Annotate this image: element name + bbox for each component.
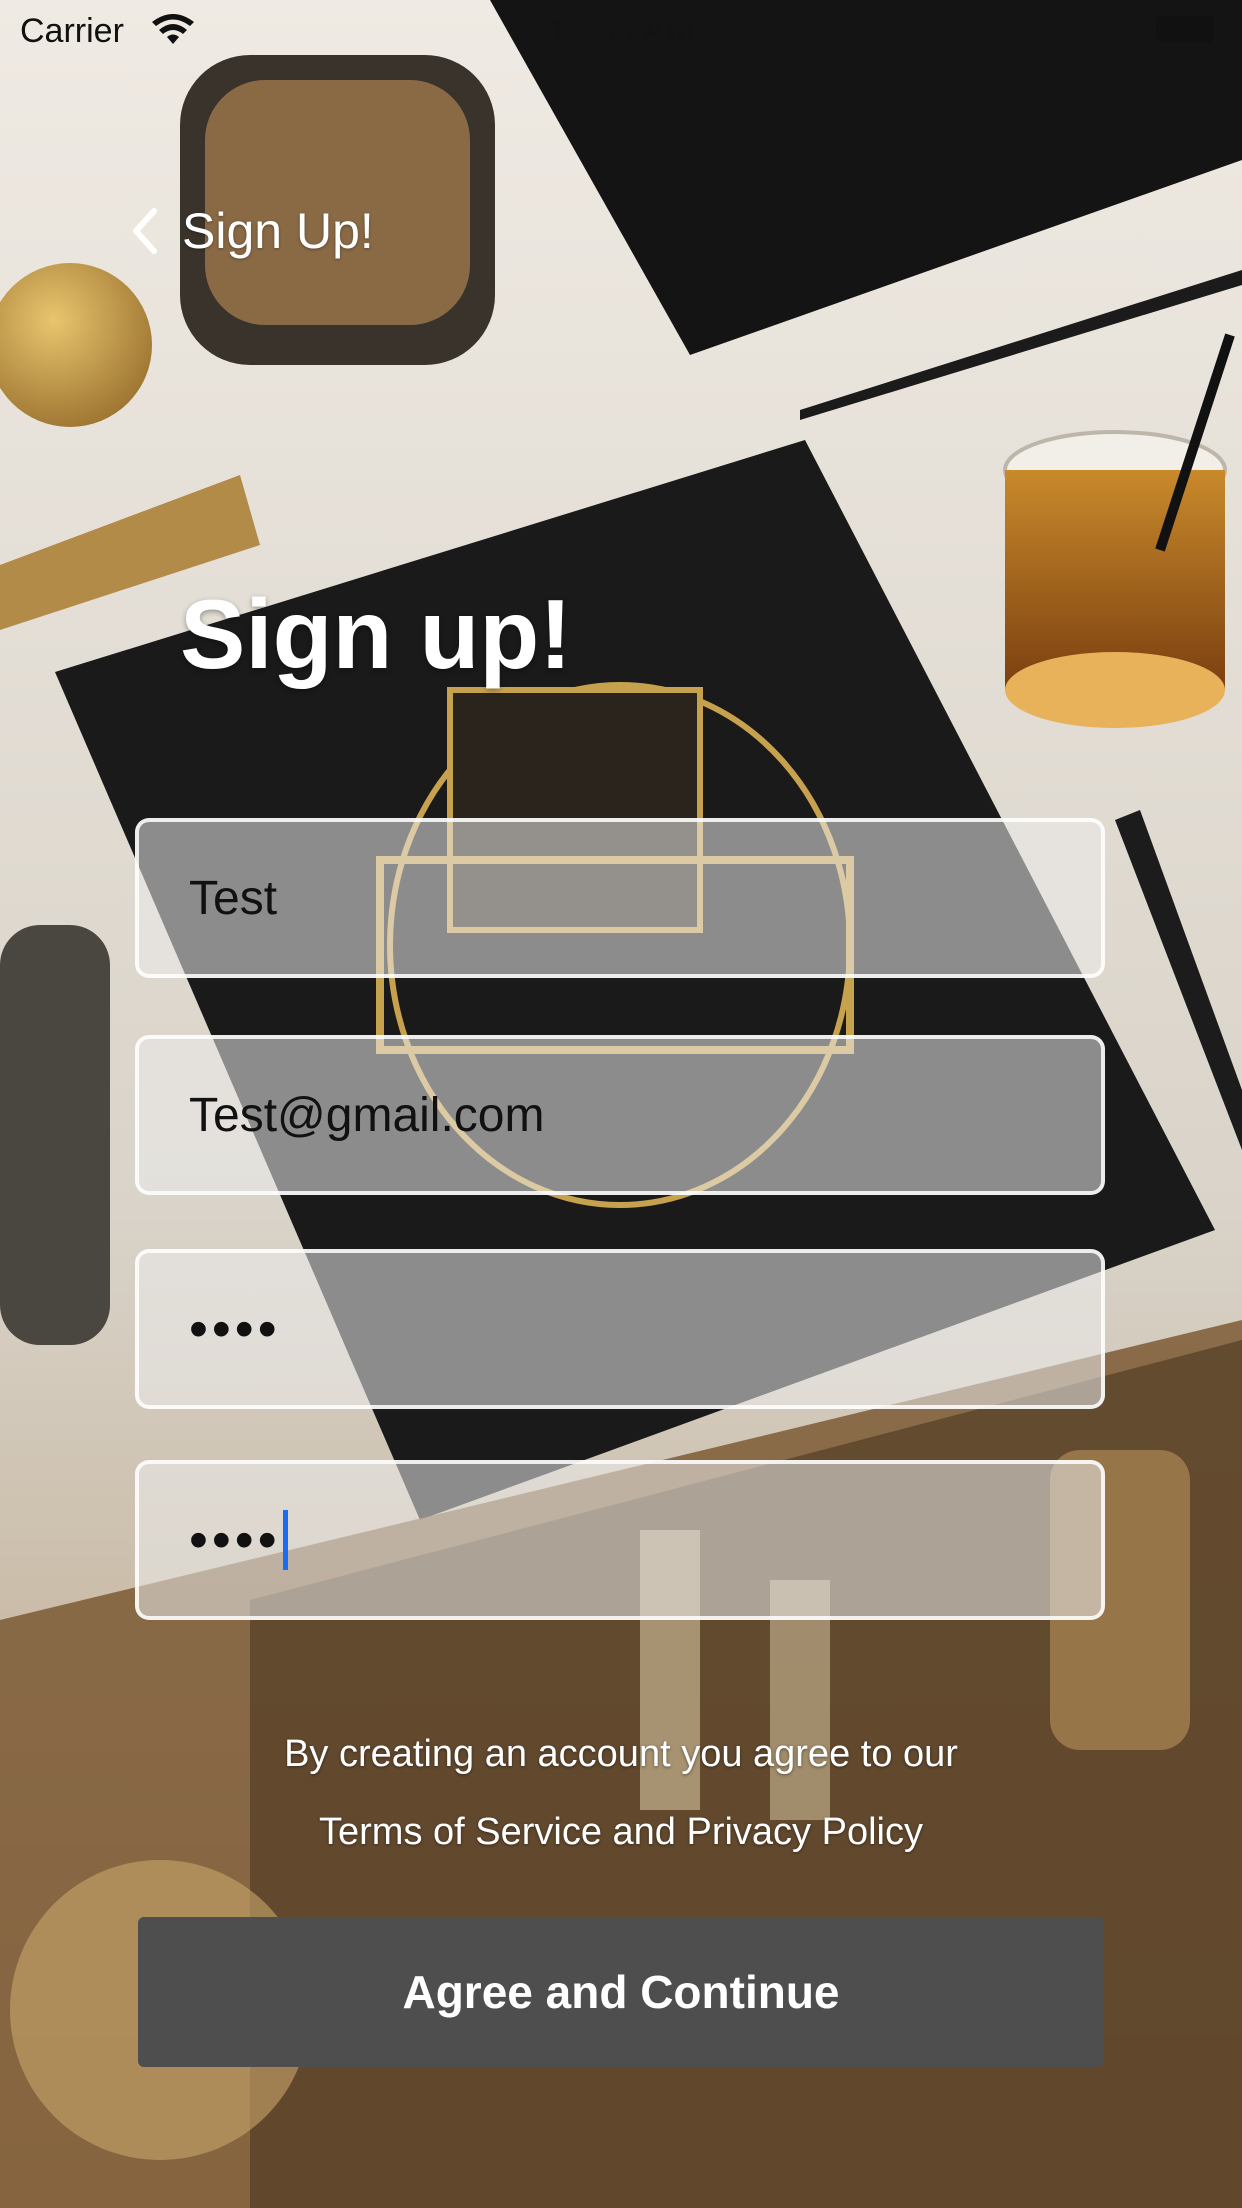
page-title: Sign up! (180, 579, 572, 689)
email-input[interactable] (189, 1087, 1101, 1143)
confirm-password-masked-value: •••• (189, 1510, 281, 1570)
email-field[interactable] (135, 1035, 1105, 1195)
battery-icon (1156, 16, 1214, 42)
status-bar: Carrier 12:58 AM (0, 0, 1242, 60)
name-input[interactable] (189, 870, 1101, 926)
name-field[interactable] (135, 818, 1105, 978)
terms-text: By creating an account you agree to our … (0, 1715, 1242, 1871)
password-masked-value: •••• (189, 1299, 281, 1359)
confirm-password-field[interactable]: •••• (135, 1460, 1105, 1620)
text-caret (282, 1510, 288, 1570)
nav-back-button[interactable]: Sign Up! (130, 196, 374, 266)
password-field[interactable]: •••• (135, 1249, 1105, 1409)
nav-title: Sign Up! (182, 203, 374, 259)
terms-line-1: By creating an account you agree to our (284, 1733, 958, 1775)
agree-continue-button[interactable]: Agree and Continue (138, 1917, 1104, 2067)
terms-link[interactable]: Terms of Service and Privacy Policy (0, 1793, 1242, 1871)
clock-label: 12:58 AM (546, 12, 696, 50)
back-chevron-icon (133, 208, 157, 254)
